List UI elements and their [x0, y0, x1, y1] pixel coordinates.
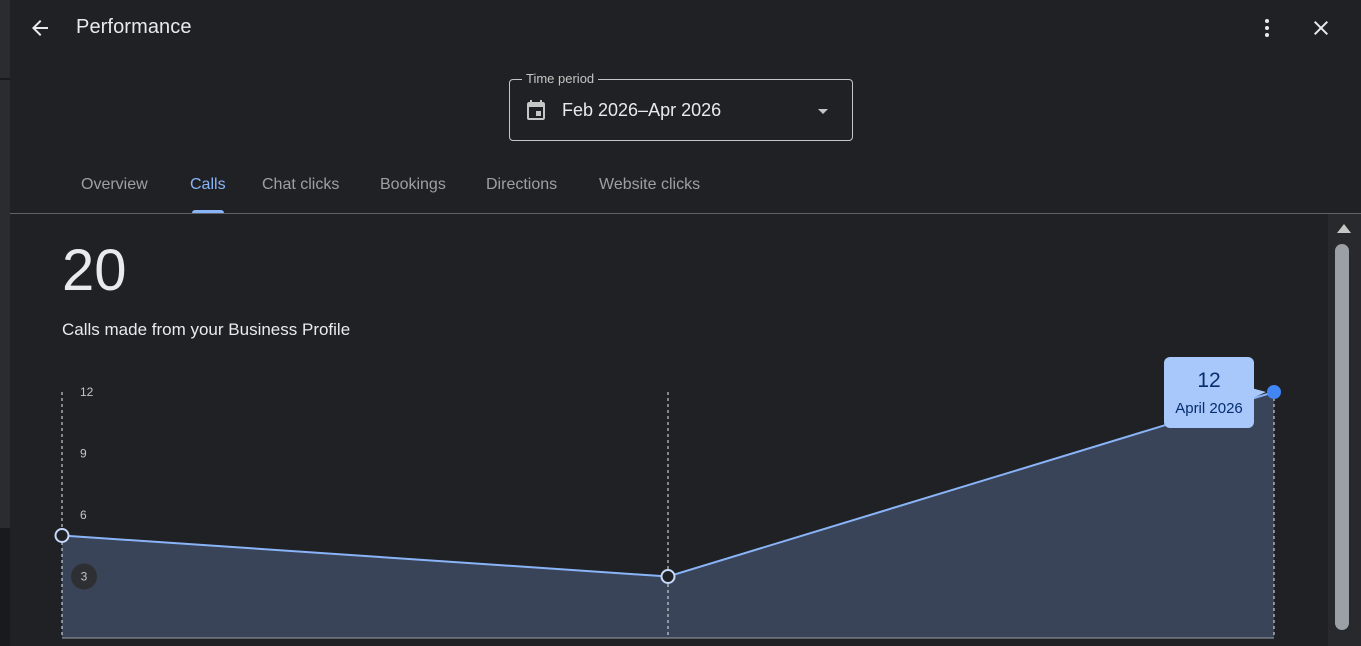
- arrow-back-icon: [32, 20, 48, 36]
- top-bar: Performance: [10, 0, 1361, 60]
- background-app-strip: [0, 0, 10, 646]
- calls-chart: 3 6 9 12: [54, 385, 1281, 639]
- back-button[interactable]: [24, 12, 56, 44]
- metric-total: 20: [62, 238, 127, 303]
- page-title: Performance: [76, 16, 192, 38]
- time-period-value: Feb 2026–Apr 2026: [562, 100, 722, 120]
- background-panel: [0, 528, 10, 646]
- metric-description: Calls made from your Business Profile: [62, 320, 351, 339]
- background-divider: [0, 78, 10, 80]
- y-tick-label: 6: [80, 508, 87, 522]
- tab-directions[interactable]: Directions: [486, 176, 557, 194]
- time-period-label: Time period: [522, 71, 599, 86]
- scroll-up-arrow-icon[interactable]: [1336, 222, 1352, 234]
- close-icon: [1314, 21, 1328, 35]
- time-period-select[interactable]: Time period Feb 2026–Apr 2026: [509, 71, 853, 141]
- tab-overview[interactable]: Overview: [81, 176, 148, 194]
- metric-tabs: Overview Calls Chat clicks Bookings Dire…: [10, 160, 1361, 214]
- more-options-button[interactable]: [1251, 12, 1283, 44]
- chart-tooltip: 12 April 2026: [1164, 357, 1254, 428]
- tab-calls[interactable]: Calls: [190, 176, 226, 194]
- chevron-down-icon: [818, 109, 828, 114]
- tab-bookings[interactable]: Bookings: [380, 176, 446, 194]
- y-tick-label: 9: [80, 447, 87, 461]
- tooltip-label: April 2026: [1175, 400, 1243, 417]
- chart-point: [54, 528, 70, 543]
- scroll-thumb[interactable]: [1335, 244, 1349, 630]
- tab-website-clicks[interactable]: Website clicks: [599, 176, 700, 194]
- chart-point-active: [1267, 385, 1281, 399]
- calendar-icon: [527, 100, 545, 120]
- y-tick-label: 12: [80, 385, 94, 399]
- close-button[interactable]: [1305, 12, 1337, 44]
- y-tick-label: 3: [81, 570, 88, 584]
- tab-chat-clicks[interactable]: Chat clicks: [262, 176, 339, 194]
- performance-dialog: Performance Time period Feb 2026–Apr 202…: [10, 0, 1361, 646]
- active-tab-indicator: [192, 210, 224, 213]
- more-vert-icon: [1265, 19, 1269, 37]
- chart-point: [660, 569, 676, 584]
- scrollbar[interactable]: [1328, 214, 1361, 646]
- tooltip-value: 12: [1197, 369, 1221, 392]
